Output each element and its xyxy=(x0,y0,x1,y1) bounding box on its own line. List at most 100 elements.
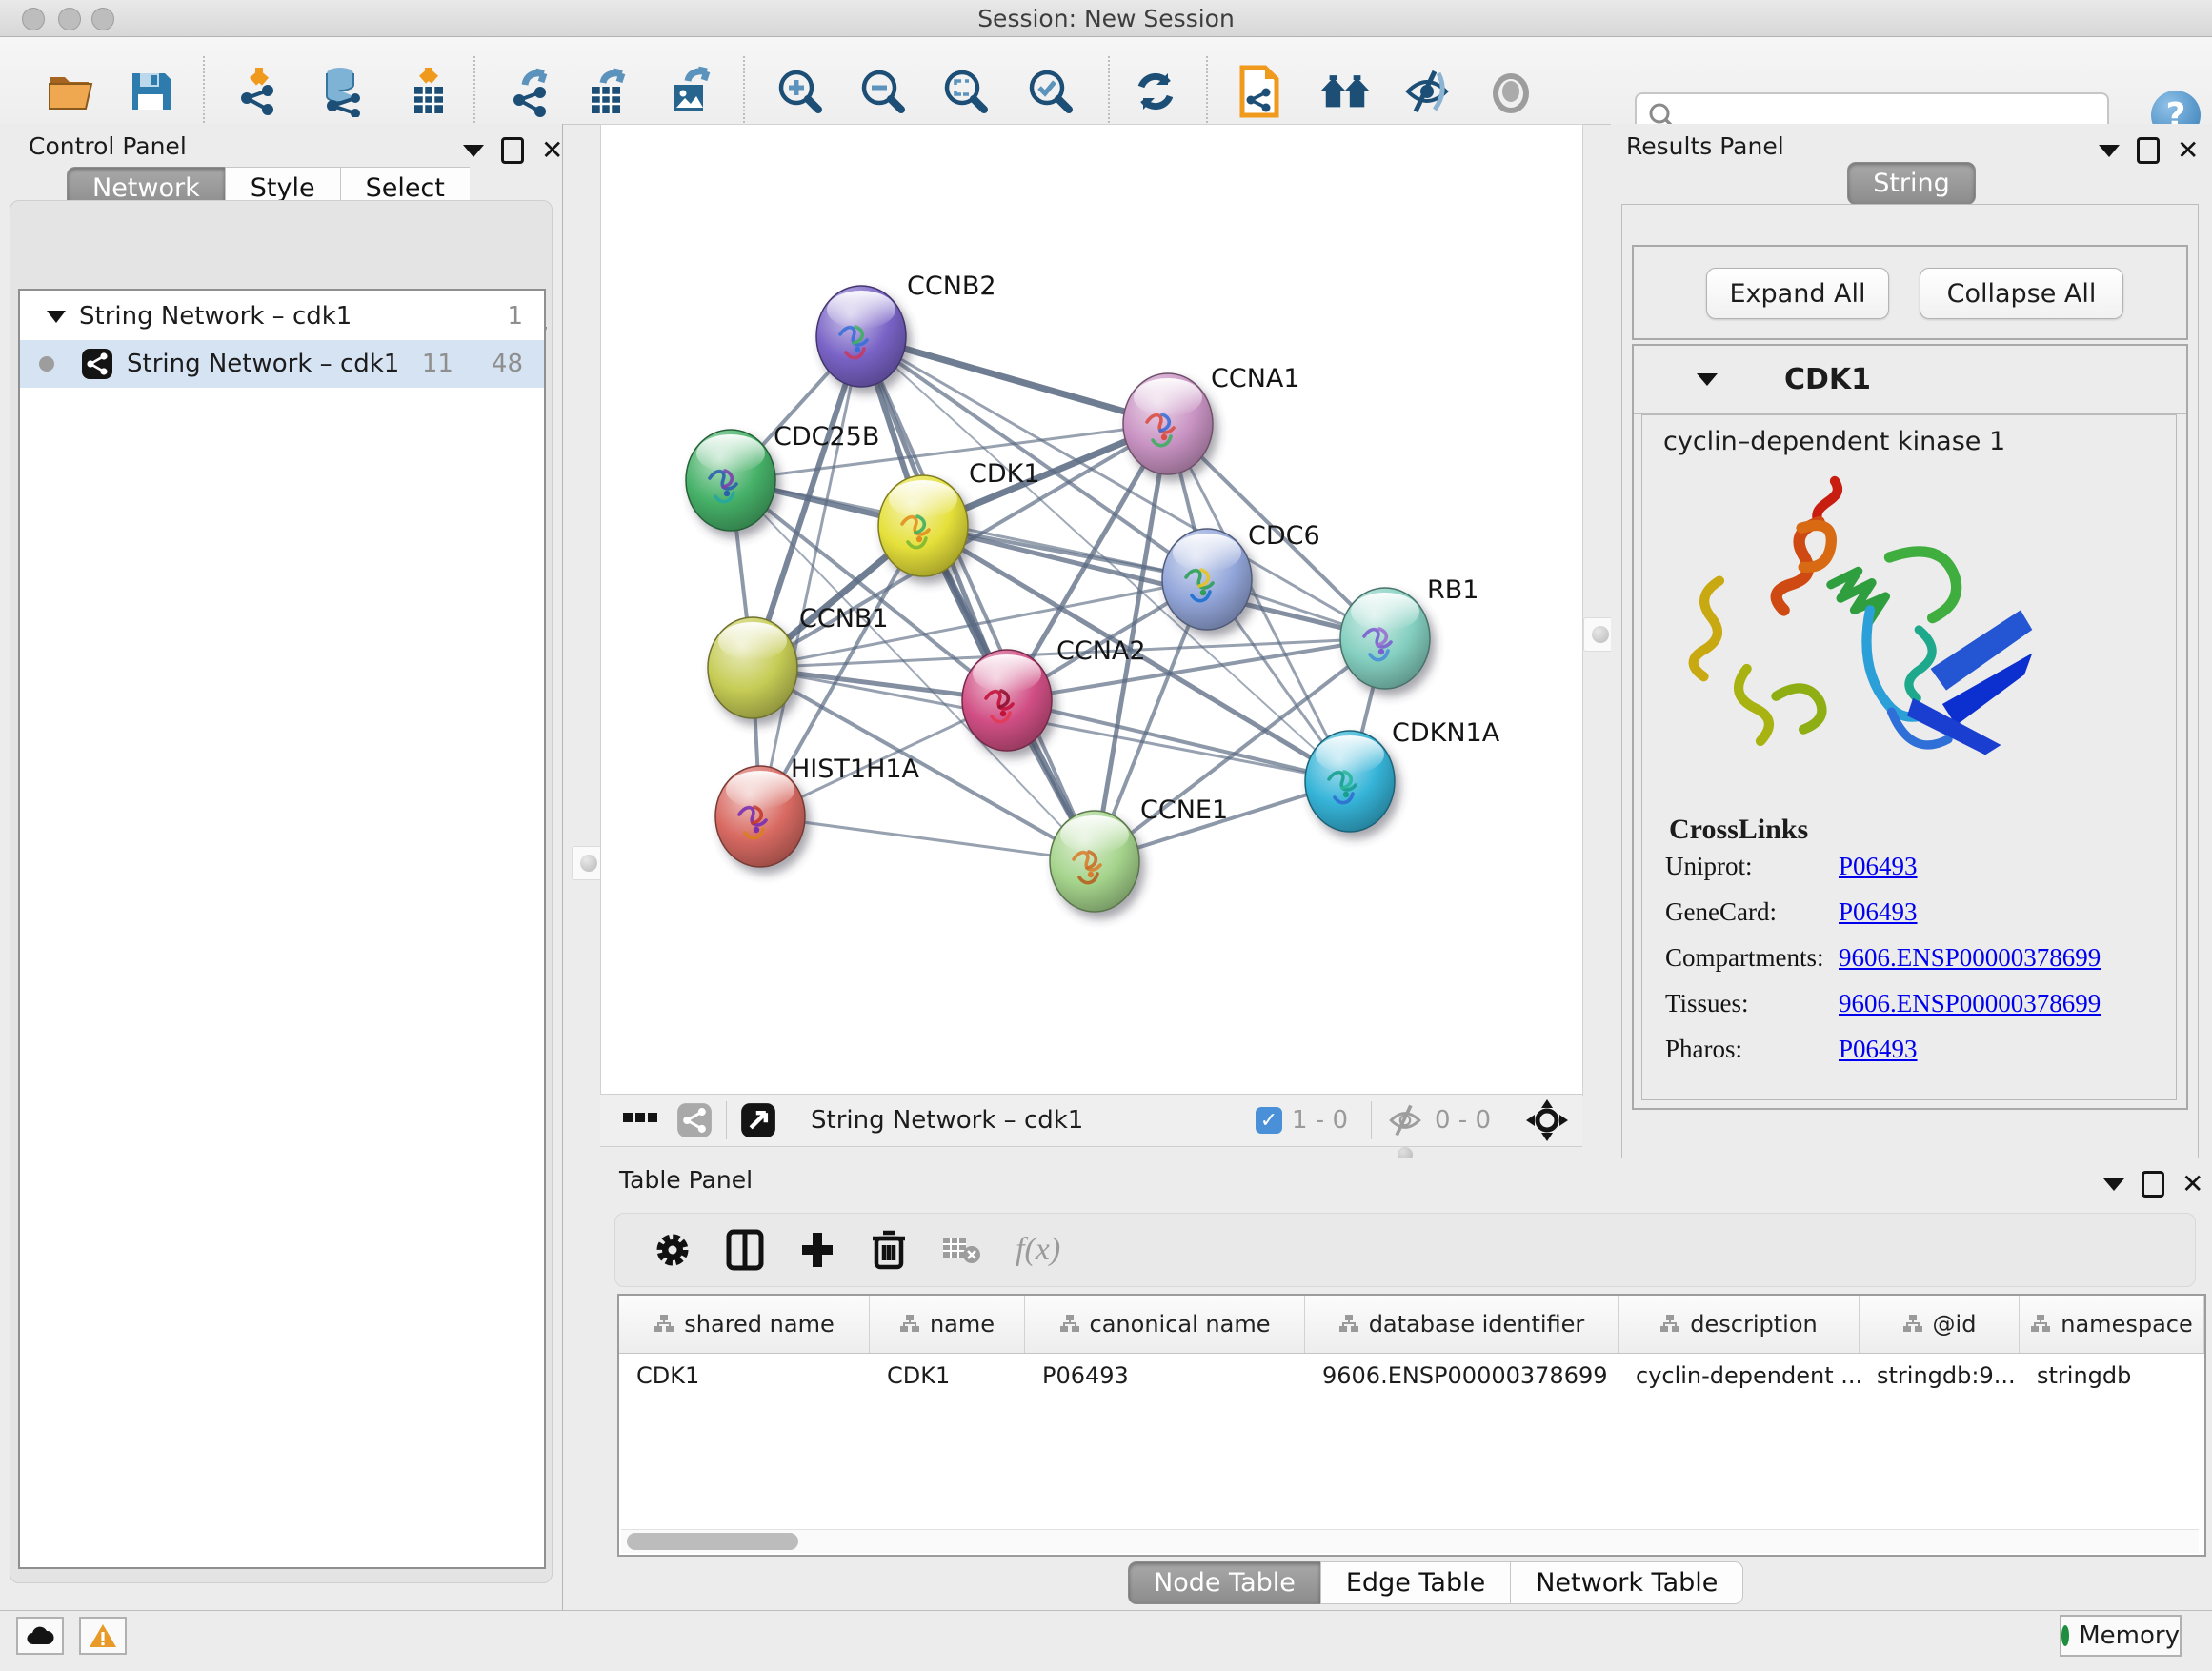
collapse-all-button[interactable]: Collapse All xyxy=(1920,268,2123,319)
column-header-description[interactable]: description xyxy=(1619,1296,1860,1353)
table-cell[interactable]: stringdb:9... xyxy=(1860,1353,2020,1399)
export-network-icon[interactable] xyxy=(506,66,557,117)
column-header-database-identifier[interactable]: database identifier xyxy=(1305,1296,1619,1353)
cloud-icon xyxy=(26,1625,54,1646)
network-collection-label: String Network – cdk1 xyxy=(79,302,352,331)
detach-view-icon[interactable] xyxy=(740,1102,776,1138)
show-all-eye-icon[interactable] xyxy=(1485,66,1537,117)
node-ccne1[interactable] xyxy=(1050,811,1139,912)
network-tab-content: 1 of 1 Network selected String Network –… xyxy=(10,200,553,1583)
node-ccnb1[interactable] xyxy=(708,617,797,718)
string-home-icon[interactable] xyxy=(1319,66,1371,117)
import-database-icon[interactable] xyxy=(317,66,369,117)
add-column-icon[interactable] xyxy=(798,1229,836,1271)
table-cell[interactable]: P06493 xyxy=(1025,1353,1305,1399)
tab-string[interactable]: String xyxy=(1847,162,1976,205)
column-header-canonical-name[interactable]: canonical name xyxy=(1025,1296,1305,1353)
table-panel-float-icon[interactable] xyxy=(2142,1171,2164,1198)
network-label: String Network – cdk1 xyxy=(127,350,399,378)
tree-expander-icon[interactable] xyxy=(47,311,66,323)
crosslink-link[interactable]: P06493 xyxy=(1839,1035,1918,1063)
table-panel-menu-icon[interactable] xyxy=(2103,1178,2124,1191)
hidden-eye-icon[interactable] xyxy=(1385,1104,1425,1137)
save-session-icon[interactable] xyxy=(125,66,176,117)
column-header-name[interactable]: name xyxy=(870,1296,1025,1353)
function-builder-icon: f(x) xyxy=(1016,1232,1060,1268)
node-cdc25b[interactable] xyxy=(686,430,775,531)
share-document-icon[interactable] xyxy=(1234,66,1285,117)
export-table-icon[interactable] xyxy=(582,66,633,117)
edge-hist1h1a-ccne1[interactable] xyxy=(760,816,1095,861)
zoom-fit-icon[interactable] xyxy=(940,66,992,117)
zoom-selected-icon[interactable] xyxy=(1025,66,1076,117)
zoom-out-icon[interactable] xyxy=(857,66,909,117)
node-cdkn1a[interactable] xyxy=(1305,731,1395,832)
tab-edge-table[interactable]: Edge Table xyxy=(1320,1561,1510,1604)
edge-ccnb2-hist1h1a[interactable] xyxy=(760,336,861,816)
tab-network-table[interactable]: Network Table xyxy=(1510,1561,1743,1604)
control-panel-close-icon[interactable]: ✕ xyxy=(541,137,563,164)
hide-unselected-eye-icon[interactable] xyxy=(1401,66,1453,117)
entry-description: cyclin–dependent kinase 1 xyxy=(1663,427,2005,456)
edge-ccna2-cdkn1a[interactable] xyxy=(1007,700,1350,781)
import-table-icon[interactable] xyxy=(403,66,454,117)
column-header-namespace[interactable]: namespace xyxy=(2020,1296,2204,1353)
table-panel: Table Panel ✕ xyxy=(591,1158,2212,1610)
tab-node-table[interactable]: Node Table xyxy=(1128,1561,1320,1604)
node-cdk1[interactable] xyxy=(878,475,968,576)
table-cell[interactable]: cyclin-dependent ... xyxy=(1619,1353,1860,1399)
network-row-selected[interactable]: String Network – cdk1 11 48 xyxy=(20,340,544,388)
expand-all-button[interactable]: Expand All xyxy=(1706,268,1889,319)
table-cell[interactable]: CDK1 xyxy=(619,1353,870,1399)
control-panel-menu-icon[interactable] xyxy=(463,145,484,157)
import-network-icon[interactable] xyxy=(233,66,285,117)
cloud-status-button[interactable] xyxy=(16,1617,64,1655)
selected-checkbox-icon[interactable]: ✓ xyxy=(1256,1107,1282,1134)
crosslink-link[interactable]: 9606.ENSP00000378699 xyxy=(1839,989,2101,1017)
table-row[interactable]: CDK1CDK1P064939606.ENSP00000378699cyclin… xyxy=(619,1353,2204,1399)
toolbar-separator xyxy=(1206,56,1208,127)
table-gear-icon[interactable] xyxy=(654,1231,692,1269)
table-cell[interactable]: CDK1 xyxy=(870,1353,1025,1399)
edge-ccnb2-ccna1[interactable] xyxy=(861,336,1168,424)
select-columns-icon[interactable] xyxy=(726,1229,764,1271)
export-image-icon[interactable] xyxy=(665,66,716,117)
memory-button[interactable]: Memory xyxy=(2060,1615,2182,1657)
result-entry-header[interactable]: CDK1 xyxy=(1634,346,2186,414)
node-label-cdc25b: CDC25B xyxy=(774,422,879,452)
node-label-cdkn1a: CDKN1A xyxy=(1392,718,1500,748)
results-panel-close-icon[interactable]: ✕ xyxy=(2177,137,2199,164)
grid-view-icon[interactable] xyxy=(623,1113,657,1128)
control-panel-float-icon[interactable] xyxy=(501,137,524,164)
open-session-icon[interactable] xyxy=(46,66,97,117)
table-cell[interactable]: stringdb xyxy=(2020,1353,2204,1399)
refresh-layout-icon[interactable] xyxy=(1130,66,1181,117)
table-cell[interactable]: 9606.ENSP00000378699 xyxy=(1305,1353,1619,1399)
results-panel-menu-icon[interactable] xyxy=(2099,145,2120,157)
hscrollbar-thumb[interactable] xyxy=(627,1533,798,1550)
crosslink-link[interactable]: P06493 xyxy=(1839,897,1918,926)
zoom-in-icon[interactable] xyxy=(774,66,826,117)
status-bar: Memory xyxy=(0,1610,2212,1671)
node-ccna2[interactable] xyxy=(962,650,1052,751)
results-panel-float-icon[interactable] xyxy=(2137,137,2160,164)
crosslink-link[interactable]: P06493 xyxy=(1839,852,1918,880)
network-canvas[interactable]: CCNB2CCNA1CDC25BCDK1CDC6RB1CCNB1CCNA2CDK… xyxy=(600,124,1583,1096)
node-cdc6[interactable] xyxy=(1162,529,1252,630)
birds-eye-icon[interactable] xyxy=(1525,1098,1569,1142)
network-collection-row[interactable]: String Network – cdk1 1 xyxy=(20,292,544,340)
network-share-gray-icon[interactable] xyxy=(676,1102,713,1138)
delete-column-icon[interactable] xyxy=(871,1229,907,1271)
toolbar-separator xyxy=(1108,56,1110,127)
node-ccna1[interactable] xyxy=(1123,373,1213,474)
table-panel-close-icon[interactable]: ✕ xyxy=(2182,1171,2203,1198)
node-rb1[interactable] xyxy=(1340,588,1430,689)
column-header-@id[interactable]: @id xyxy=(1860,1296,2020,1353)
column-header-shared-name[interactable]: shared name xyxy=(619,1296,870,1353)
node-ccnb2[interactable] xyxy=(816,286,906,387)
node-label-cdk1: CDK1 xyxy=(969,459,1040,489)
entry-collapse-icon[interactable] xyxy=(1697,373,1718,386)
crosslink-link[interactable]: 9606.ENSP00000378699 xyxy=(1839,943,2101,972)
warning-status-button[interactable] xyxy=(79,1617,127,1655)
memory-label: Memory xyxy=(2079,1621,2180,1650)
